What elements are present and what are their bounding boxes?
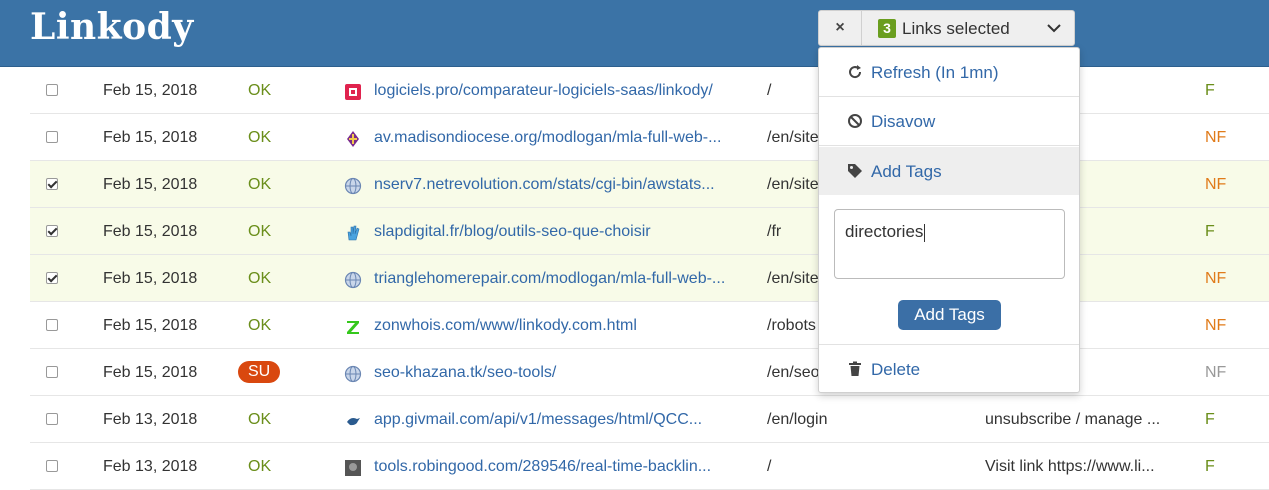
hand-icon <box>347 225 360 241</box>
source-url-link[interactable]: av.madisondiocese.org/modlogan/mla-full-… <box>374 129 734 147</box>
table-row: Feb 15, 2018 OK slapdigital.fr/blog/outi… <box>30 208 1269 255</box>
source-url-link[interactable]: logiciels.pro/comparateur-logiciels-saas… <box>374 82 734 100</box>
row-date: Feb 15, 2018 <box>103 317 198 334</box>
menu-item-label: Disavow <box>871 112 936 131</box>
tag-icon <box>848 164 862 178</box>
row-date: Feb 15, 2018 <box>103 364 198 381</box>
row-status: OK <box>248 317 272 334</box>
selection-bar: × 3 Links selected <box>818 10 1075 46</box>
globe-icon <box>344 365 362 383</box>
menu-item-label: Add Tags <box>871 162 942 181</box>
source-url-link[interactable]: nserv7.netrevolution.com/stats/cgi-bin/a… <box>374 176 734 194</box>
tags-input-value: directories <box>845 222 924 241</box>
tags-input[interactable]: directories <box>834 209 1065 279</box>
selected-count-badge: 3 <box>878 19 896 38</box>
table-row: Feb 15, 2018 OK zonwhois.com/www/linkody… <box>30 302 1269 349</box>
row-status: OK <box>248 458 272 475</box>
source-url-link[interactable]: slapdigital.fr/blog/outils-seo-que-chois… <box>374 223 734 241</box>
follow-flag: NF <box>1205 317 1227 334</box>
row-date: Feb 15, 2018 <box>103 223 198 240</box>
follow-flag: F <box>1205 458 1215 475</box>
menu-item-disavow[interactable]: Disavow <box>819 97 1079 146</box>
follow-flag: F <box>1205 411 1215 428</box>
row-status: OK <box>248 411 272 428</box>
chevron-down-icon[interactable] <box>1045 19 1063 37</box>
table-row: Feb 15, 2018 OK logiciels.pro/comparateu… <box>30 67 1269 114</box>
app-logo[interactable]: Linkody <box>30 6 194 48</box>
trash-icon <box>849 361 861 376</box>
clear-selection-button[interactable]: × <box>819 11 862 45</box>
row-checkbox[interactable] <box>46 460 58 472</box>
follow-flag: F <box>1205 82 1215 99</box>
follow-flag: NF <box>1205 129 1227 146</box>
menu-item-label: Refresh (In 1mn) <box>871 63 999 82</box>
row-status: OK <box>248 129 272 146</box>
row-checkbox[interactable] <box>46 272 58 284</box>
anchor-text: unsubscribe / manage ... <box>985 411 1161 428</box>
follow-flag: NF <box>1205 176 1227 193</box>
row-checkbox[interactable] <box>46 131 58 143</box>
photo-icon <box>345 460 361 476</box>
row-date: Feb 15, 2018 <box>103 270 198 287</box>
target-path: / <box>767 458 772 475</box>
selection-label[interactable]: Links selected <box>902 19 1010 39</box>
row-date: Feb 15, 2018 <box>103 176 198 193</box>
source-url-link[interactable]: tools.robingood.com/289546/real-time-bac… <box>374 458 734 476</box>
table-row: Feb 15, 2018 OK trianglehomerepair.com/m… <box>30 255 1269 302</box>
menu-item-delete[interactable]: Delete <box>819 345 1079 394</box>
refresh-icon <box>849 65 862 79</box>
row-checkbox[interactable] <box>46 366 58 378</box>
table-row: Feb 13, 2018 OK tools.robingood.com/2895… <box>30 443 1269 490</box>
z-icon <box>347 321 359 334</box>
row-date: Feb 13, 2018 <box>103 458 198 475</box>
follow-flag: F <box>1205 223 1215 240</box>
text-caret <box>924 223 926 242</box>
row-date: Feb 13, 2018 <box>103 411 198 428</box>
diocese-icon <box>347 131 359 147</box>
follow-flag: NF <box>1205 270 1227 287</box>
row-status: SU <box>238 361 281 383</box>
row-status: OK <box>248 82 272 99</box>
row-checkbox[interactable] <box>46 84 58 96</box>
bird-icon <box>347 418 360 426</box>
source-url-link[interactable]: app.givmail.com/api/v1/messages/html/QCC… <box>374 411 734 429</box>
table-row: Feb 15, 2018 OK nserv7.netrevolution.com… <box>30 161 1269 208</box>
anchor-text: Visit link https://www.li... <box>985 458 1155 475</box>
source-url-link[interactable]: zonwhois.com/www/linkody.com.html <box>374 317 734 335</box>
globe-icon <box>344 271 362 289</box>
source-url-link[interactable]: seo-khazana.tk/seo-tools/ <box>374 364 734 382</box>
row-date: Feb 15, 2018 <box>103 82 198 99</box>
menu-item-refresh[interactable]: Refresh (In 1mn) <box>819 48 1079 97</box>
row-date: Feb 15, 2018 <box>103 129 198 146</box>
bulk-actions-menu: Refresh (In 1mn) Disavow Add Tags direct… <box>818 47 1080 393</box>
table-row: Feb 15, 2018 SU seo-khazana.tk/seo-tools… <box>30 349 1269 396</box>
row-checkbox[interactable] <box>46 413 58 425</box>
follow-flag: NF <box>1205 364 1227 381</box>
source-url-link[interactable]: trianglehomerepair.com/modlogan/mla-full… <box>374 270 734 288</box>
row-status: OK <box>248 176 272 193</box>
target-path: /en/login <box>767 411 828 428</box>
row-checkbox[interactable] <box>46 178 58 190</box>
row-checkbox[interactable] <box>46 319 58 331</box>
add-tags-button[interactable]: Add Tags <box>898 300 1001 330</box>
ban-icon <box>848 114 862 128</box>
pink-square-icon <box>345 84 361 100</box>
row-status: OK <box>248 223 272 240</box>
table-row: Feb 13, 2018 OK app.givmail.com/api/v1/m… <box>30 396 1269 443</box>
menu-item-label: Delete <box>871 360 921 379</box>
row-status: OK <box>248 270 272 287</box>
row-checkbox[interactable] <box>46 225 58 237</box>
globe-icon <box>344 177 362 195</box>
table-row: Feb 15, 2018 OK av.madisondiocese.org/mo… <box>30 114 1269 161</box>
menu-item-add-tags[interactable]: Add Tags <box>819 147 1079 195</box>
